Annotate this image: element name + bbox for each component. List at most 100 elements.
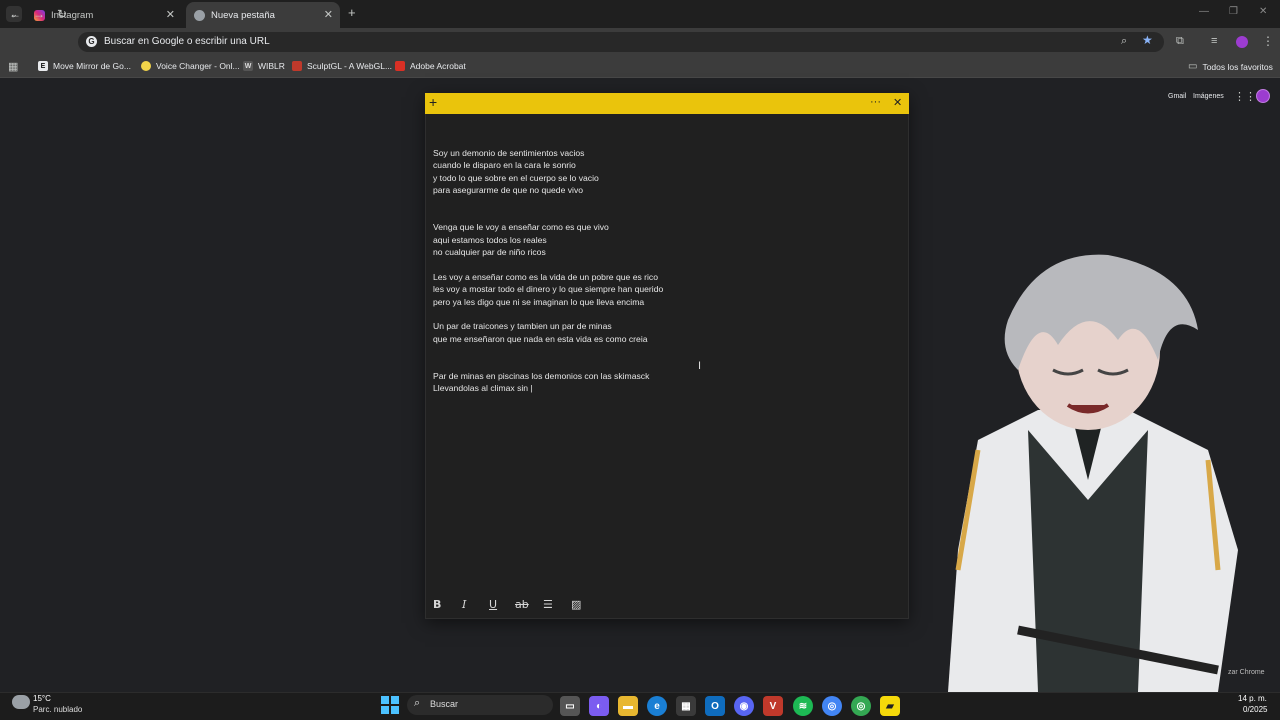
weather-description: Parc. nublado [33, 705, 83, 714]
close-window-icon[interactable]: ✕ [1259, 6, 1267, 17]
note-line: y todo lo que sobre en el cuerpo se lo v… [433, 172, 599, 183]
bookmark-voice-changer[interactable]: Voice Changer - Onl... [141, 61, 240, 71]
bookmark-icon: E [38, 61, 48, 71]
note-line [433, 197, 893, 209]
note-line: Un par de traicones y tambien un par de … [433, 321, 612, 332]
sticky-note-header [425, 93, 909, 114]
note-line: pero ya les digo que ni se imaginan lo q… [433, 296, 645, 307]
folder-icon: ▭ [1188, 61, 1198, 72]
note-line: Llevandolas al climax sin | [433, 383, 533, 394]
edge-icon[interactable]: e [647, 696, 667, 716]
text-cursor-icon: I [698, 360, 702, 372]
windows-start-icon[interactable] [381, 696, 399, 714]
google-apps-icon[interactable]: ⋮⋮ [1234, 90, 1256, 103]
bookmark-label: SculptGL - A WebGL... [307, 61, 393, 71]
note-line: cuando le disparo en la cara le sonrio [433, 160, 576, 171]
chrome-taskbar-icon[interactable]: ◎ [822, 696, 842, 716]
tab-instagram[interactable]: Instagram ✕ [26, 2, 182, 28]
minimize-icon[interactable]: — [1199, 6, 1209, 17]
taskbar-search-label: Buscar [430, 699, 459, 709]
bookmark-sculptgl[interactable]: SculptGL - A WebGL... [292, 61, 392, 71]
google-account-avatar[interactable] [1256, 89, 1270, 103]
google-icon: G [86, 36, 97, 47]
apps-icon[interactable]: ▦ [8, 60, 18, 73]
note-line: para asegurarme de que no quede vivo [433, 185, 584, 196]
new-tab-button[interactable]: + [348, 5, 356, 20]
reload-icon[interactable]: ↻ [57, 7, 67, 21]
task-view-icon[interactable]: ▭ [560, 696, 580, 716]
add-note-icon[interactable]: + [429, 94, 437, 110]
media-icon[interactable]: ≡ [1211, 35, 1217, 47]
menu-icon[interactable]: ⋮ [1262, 34, 1274, 48]
tab-label: Nueva pestaña [211, 9, 275, 21]
search-icon: ⌕ [414, 697, 421, 709]
extensions-icon[interactable]: ⧉ [1176, 35, 1184, 48]
taskbar-search[interactable] [407, 695, 553, 715]
bold-button[interactable]: B [433, 598, 441, 611]
bookmark-icon: W [243, 61, 253, 71]
insert-image-icon[interactable]: ▨ [571, 598, 581, 611]
spotify-icon[interactable]: ≋ [793, 696, 813, 716]
close-note-icon[interactable]: ✕ [893, 96, 902, 109]
note-line [433, 358, 893, 370]
address-placeholder: Buscar en Google o escribir una URL [104, 36, 270, 47]
outlook-icon[interactable]: O [705, 696, 725, 716]
note-line [433, 259, 893, 271]
more-options-icon[interactable]: ··· [870, 96, 881, 108]
weather-temperature: 15°C [33, 694, 51, 703]
gmail-link[interactable]: Gmail [1168, 93, 1186, 100]
profile-avatar[interactable] [1236, 36, 1248, 48]
vtuber-avatar [948, 254, 1238, 692]
chrome-profile-taskbar-icon[interactable]: ◎ [851, 696, 871, 716]
acrobat-icon [395, 61, 405, 71]
bookmark-label: Move Mirror de Go... [53, 61, 131, 71]
note-line: Les voy a enseñar como es la vida de un … [433, 271, 659, 282]
close-tab-icon[interactable]: ✕ [324, 8, 333, 21]
note-line: Venga que le voy a enseñar como es que v… [433, 222, 609, 233]
store-icon[interactable]: ▦ [676, 696, 696, 716]
all-bookmarks-label: Todos los favoritos [1202, 61, 1273, 72]
bookmark-move-mirror[interactable]: E Move Mirror de Go... [38, 61, 131, 71]
sticky-notes-icon[interactable]: ▰ [880, 696, 900, 716]
voice-changer-icon [141, 61, 151, 71]
note-line: Par de minas en piscinas los demonios co… [433, 371, 650, 382]
note-line: Soy un demonio de sentimientos vacios [433, 148, 585, 158]
voicemeeter-icon[interactable]: V [763, 696, 783, 716]
forward-icon[interactable]: → [33, 7, 45, 21]
note-line: que me enseñaron que nada en esta vida e… [433, 333, 648, 344]
bookmark-label: WIBLR [258, 61, 285, 71]
note-line: les voy a mostar todo el dinero y lo que… [433, 284, 664, 295]
sculptgl-icon [292, 61, 302, 71]
bookmark-label: Voice Changer - Onl... [156, 61, 240, 71]
bullet-list-icon[interactable]: ☰ [543, 598, 553, 611]
note-line: aqui estamos todos los reales [433, 234, 547, 245]
maximize-icon[interactable]: ❐ [1229, 6, 1238, 17]
note-content[interactable]: Soy un demonio de sentimientos vacios cua… [433, 147, 893, 395]
images-link[interactable]: Imágenes [1193, 93, 1224, 100]
clock-date[interactable]: 0/2025 [1243, 705, 1267, 714]
strikethrough-button[interactable]: ab [515, 598, 529, 611]
close-tab-icon[interactable]: ✕ [166, 8, 175, 21]
bookmark-label: Adobe Acrobat [410, 61, 466, 71]
italic-button[interactable]: I [462, 598, 466, 611]
zoom-icon[interactable]: ⌕ [1121, 35, 1127, 48]
note-line: no cualquier par de niño ricos [433, 247, 546, 258]
chrome-overlay-text: zar Chrome [1228, 669, 1265, 676]
discord-icon[interactable]: ◉ [734, 696, 754, 716]
weather-icon [12, 695, 30, 709]
bookmark-wiblr[interactable]: W WIBLR [243, 61, 285, 71]
all-bookmarks[interactable]: ▭ Todos los favoritos [1188, 61, 1273, 72]
file-explorer-icon[interactable]: ▬ [618, 696, 638, 716]
bookmark-adobe-acrobat[interactable]: Adobe Acrobat [395, 61, 466, 71]
bookmark-star-icon[interactable]: ★ [1142, 33, 1153, 47]
note-line [433, 209, 893, 221]
tab-nueva-pestana[interactable]: Nueva pestaña ✕ [186, 2, 340, 28]
note-line [433, 345, 893, 357]
taskbar [0, 692, 1280, 720]
copilot-icon[interactable]: ◐ [589, 696, 609, 716]
clock-time[interactable]: 14 p. m. [1238, 694, 1267, 703]
note-line [433, 308, 893, 320]
chrome-icon [194, 9, 205, 21]
back-icon[interactable]: ← [9, 7, 21, 21]
underline-button[interactable]: U [489, 598, 497, 611]
